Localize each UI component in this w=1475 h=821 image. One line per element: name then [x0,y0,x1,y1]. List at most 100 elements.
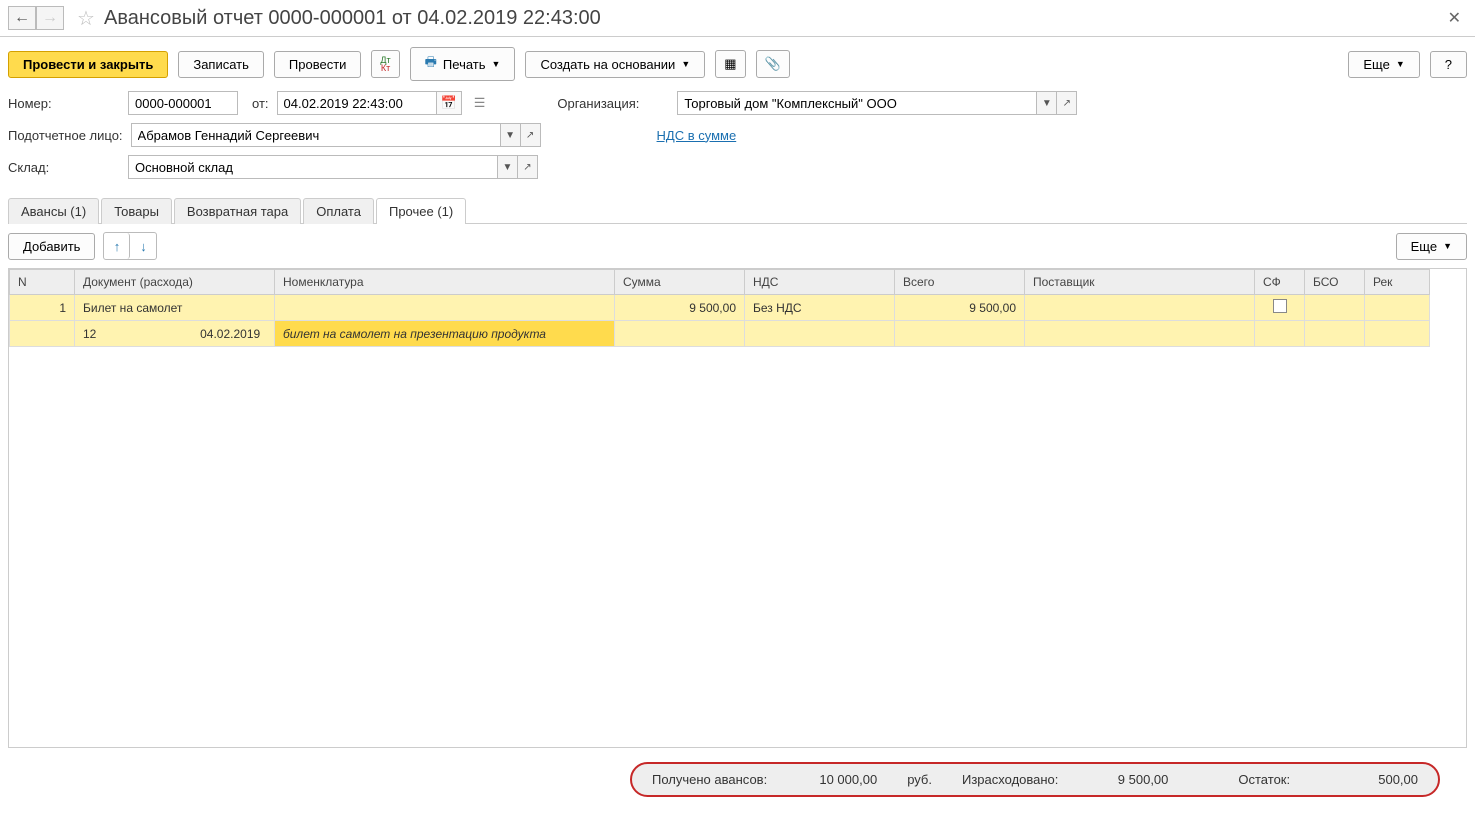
window-title: Авансовый отчет 0000-000001 от 04.02.201… [104,7,1442,30]
close-icon[interactable]: ✕ [1442,8,1467,28]
received-label: Получено авансов: [652,772,767,787]
cell-bso-sub[interactable] [1305,321,1365,347]
number-label: Номер: [8,96,120,111]
cell-sum[interactable]: 9 500,00 [615,295,745,321]
cell-sf-sub[interactable] [1255,321,1305,347]
cell-rek[interactable] [1365,295,1430,321]
cell-rek-sub[interactable] [1365,321,1430,347]
col-header-doc[interactable]: Документ (расхода) [75,270,275,295]
structure-button[interactable]: ▦ [715,50,745,78]
create-based-label: Создать на основании [540,57,675,72]
received-value: 10 000,00 [797,772,877,787]
col-header-nomen[interactable]: Номенклатура [275,270,615,295]
tab-returnable[interactable]: Возвратная тара [174,198,301,224]
cell-total[interactable]: 9 500,00 [895,295,1025,321]
col-header-rek[interactable]: Рек [1365,270,1430,295]
warehouse-label: Склад: [8,160,120,175]
date-picker-icon[interactable]: ☰ [470,95,490,111]
chevron-down-icon: ▼ [681,59,690,69]
open-icon[interactable]: ↗ [1057,91,1077,115]
col-header-sum[interactable]: Сумма [615,270,745,295]
move-down-button[interactable]: ↓ [130,233,156,259]
spent-label: Израсходовано: [962,772,1058,787]
chevron-down-icon: ▼ [1443,241,1452,251]
col-header-nds[interactable]: НДС [745,270,895,295]
organization-input[interactable] [677,91,1037,115]
table-row[interactable]: 12 04.02.2019 билет на самолет на презен… [10,321,1430,347]
cell-sum-sub[interactable] [615,321,745,347]
nav-forward-button[interactable]: → [36,6,64,30]
favorite-star-icon[interactable]: ☆ [74,6,98,30]
tab-payment[interactable]: Оплата [303,198,374,224]
doc-date: 04.02.2019 [178,327,260,341]
spent-value: 9 500,00 [1088,772,1168,787]
chevron-down-icon[interactable]: ▼ [1037,91,1057,115]
more-label: Еще [1363,57,1389,72]
chevron-down-icon: ▼ [1396,59,1405,69]
post-button[interactable]: Провести [274,51,362,78]
checkbox-icon[interactable] [1273,299,1287,313]
help-button[interactable]: ? [1430,51,1467,78]
dt-kt-icon: ДтКт [380,56,390,72]
warehouse-input[interactable] [128,155,498,179]
cell-doc-sub[interactable]: 12 04.02.2019 [75,321,275,347]
cell-nds-sub[interactable] [745,321,895,347]
col-header-bso[interactable]: БСО [1305,270,1365,295]
cell-supplier-sub[interactable] [1025,321,1255,347]
dt-kt-button[interactable]: ДтКт [371,50,399,78]
print-label: Печать [443,57,486,72]
chevron-down-icon: ▼ [492,59,501,69]
create-based-on-button[interactable]: Создать на основании ▼ [525,51,705,78]
cell-supplier[interactable] [1025,295,1255,321]
more-button-grid[interactable]: Еще ▼ [1396,233,1467,260]
cell-n-sub[interactable] [10,321,75,347]
date-input[interactable] [277,91,437,115]
doc-num: 12 [83,327,175,341]
vat-link[interactable]: НДС в сумме [657,128,737,143]
more-label: Еще [1411,239,1437,254]
tab-other[interactable]: Прочее (1) [376,198,466,224]
col-header-total[interactable]: Всего [895,270,1025,295]
person-input[interactable] [131,123,501,147]
add-row-button[interactable]: Добавить [8,233,95,260]
paperclip-icon: 📎 [765,56,781,72]
col-header-supplier[interactable]: Поставщик [1025,270,1255,295]
cell-nomen[interactable] [275,295,615,321]
number-input[interactable] [128,91,238,115]
tab-goods[interactable]: Товары [101,198,172,224]
cell-total-sub[interactable] [895,321,1025,347]
tab-advances[interactable]: Авансы (1) [8,198,99,224]
col-header-sf[interactable]: СФ [1255,270,1305,295]
print-icon: 🖶 [425,53,437,75]
more-button-top[interactable]: Еще ▼ [1348,51,1419,78]
print-button[interactable]: 🖶 Печать ▼ [410,47,516,81]
grid-container: N Документ (расхода) Номенклатура Сумма … [8,268,1467,748]
structure-icon: ▦ [724,56,736,72]
organization-label: Организация: [557,96,669,111]
cell-n[interactable]: 1 [10,295,75,321]
totals-footer: Получено авансов: 10 000,00 руб. Израсхо… [630,762,1440,797]
balance-value: 500,00 [1338,772,1418,787]
person-label: Подотчетное лицо: [8,128,123,143]
chevron-down-icon[interactable]: ▼ [498,155,518,179]
nav-back-button[interactable]: ← [8,6,36,30]
chevron-down-icon[interactable]: ▼ [501,123,521,147]
cell-nds[interactable]: Без НДС [745,295,895,321]
move-up-button[interactable]: ↑ [104,233,130,259]
from-label: от: [252,96,269,111]
cell-doc[interactable]: Билет на самолет [75,295,275,321]
cell-sf[interactable] [1255,295,1305,321]
cell-nomen-desc[interactable]: билет на самолет на презентацию продукта [275,321,615,347]
col-header-n[interactable]: N [10,270,75,295]
balance-label: Остаток: [1238,772,1290,787]
open-icon[interactable]: ↗ [521,123,541,147]
post-and-close-button[interactable]: Провести и закрыть [8,51,168,78]
open-icon[interactable]: ↗ [518,155,538,179]
calendar-icon[interactable]: 📅 [437,91,462,115]
currency-label: руб. [907,772,932,787]
attachments-button[interactable]: 📎 [756,50,790,78]
table-row[interactable]: 1 Билет на самолет 9 500,00 Без НДС 9 50… [10,295,1430,321]
save-button[interactable]: Записать [178,51,264,78]
cell-bso[interactable] [1305,295,1365,321]
expense-grid[interactable]: N Документ (расхода) Номенклатура Сумма … [9,269,1430,347]
